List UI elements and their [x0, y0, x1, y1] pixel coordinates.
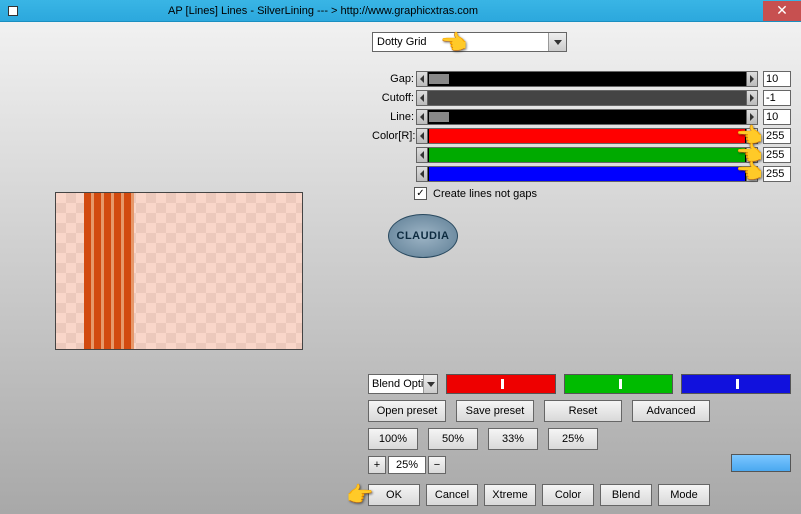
- reset-button[interactable]: Reset: [544, 400, 622, 422]
- open-preset-button[interactable]: Open preset: [368, 400, 446, 422]
- line-slider[interactable]: [416, 109, 758, 125]
- arrow-left-icon[interactable]: [416, 147, 428, 163]
- color-r-slider[interactable]: [416, 128, 758, 144]
- step-value[interactable]: 25%: [388, 456, 426, 474]
- cutoff-slider[interactable]: [416, 90, 758, 106]
- titlebar: AP [Lines] Lines - SilverLining --- > ht…: [0, 0, 801, 22]
- preset-dropdown[interactable]: Dotty Grid: [372, 32, 567, 52]
- arrow-right-icon[interactable]: [746, 147, 758, 163]
- chevron-down-icon[interactable]: [548, 33, 566, 51]
- arrow-left-icon[interactable]: [416, 71, 428, 87]
- zoom-50-button[interactable]: 50%: [428, 428, 478, 450]
- green-slider[interactable]: [564, 374, 674, 394]
- arrow-right-icon[interactable]: [746, 166, 758, 182]
- arrow-left-icon[interactable]: [416, 128, 428, 144]
- create-lines-label: Create lines not gaps: [433, 188, 537, 200]
- zoom-33-button[interactable]: 33%: [488, 428, 538, 450]
- red-slider[interactable]: [446, 374, 556, 394]
- mode-button[interactable]: Mode: [658, 484, 710, 506]
- blue-slider[interactable]: [681, 374, 791, 394]
- chevron-down-icon[interactable]: [423, 375, 437, 393]
- color-swatch[interactable]: [731, 454, 791, 472]
- line-label: Line:: [372, 111, 416, 123]
- step-minus-button[interactable]: −: [428, 456, 446, 474]
- arrow-left-icon[interactable]: [416, 109, 428, 125]
- window-title: AP [Lines] Lines - SilverLining --- > ht…: [168, 5, 763, 17]
- arrow-right-icon[interactable]: [746, 109, 758, 125]
- color-button[interactable]: Color: [542, 484, 594, 506]
- step-plus-button[interactable]: +: [368, 456, 386, 474]
- arrow-right-icon[interactable]: [746, 90, 758, 106]
- gap-value[interactable]: 10: [763, 71, 791, 87]
- create-lines-checkbox[interactable]: [414, 187, 427, 200]
- advanced-button[interactable]: Advanced: [632, 400, 710, 422]
- color-g-value[interactable]: 255: [763, 147, 791, 163]
- preview-image: [55, 192, 303, 350]
- color-g-slider[interactable]: [416, 147, 758, 163]
- app-icon: [8, 6, 18, 16]
- color-r-value[interactable]: 255: [763, 128, 791, 144]
- gap-slider[interactable]: [416, 71, 758, 87]
- claudia-badge: CLAUDIA: [388, 214, 458, 258]
- color-b-value[interactable]: 255: [763, 166, 791, 182]
- cutoff-label: Cutoff:: [372, 92, 416, 104]
- preview-pane: [0, 22, 358, 514]
- ok-button[interactable]: OK: [368, 484, 420, 506]
- arrow-right-icon[interactable]: [746, 128, 758, 144]
- arrow-left-icon[interactable]: [416, 166, 428, 182]
- color-r-label: Color[R]:: [372, 130, 416, 142]
- save-preset-button[interactable]: Save preset: [456, 400, 534, 422]
- blend-button[interactable]: Blend: [600, 484, 652, 506]
- controls-pane: Dotty Grid 👈 Gap: 10 Cutoff: -1: [358, 22, 801, 514]
- gap-label: Gap:: [372, 73, 416, 85]
- zoom-25-button[interactable]: 25%: [548, 428, 598, 450]
- cancel-button[interactable]: Cancel: [426, 484, 478, 506]
- line-value[interactable]: 10: [763, 109, 791, 125]
- xtreme-button[interactable]: Xtreme: [484, 484, 536, 506]
- zoom-100-button[interactable]: 100%: [368, 428, 418, 450]
- close-button[interactable]: ✕: [763, 1, 801, 21]
- cutoff-value[interactable]: -1: [763, 90, 791, 106]
- preset-selected: Dotty Grid: [377, 36, 427, 48]
- blend-option-dropdown[interactable]: Blend Opti: [368, 374, 438, 394]
- arrow-left-icon[interactable]: [416, 90, 428, 106]
- arrow-right-icon[interactable]: [746, 71, 758, 87]
- color-b-slider[interactable]: [416, 166, 758, 182]
